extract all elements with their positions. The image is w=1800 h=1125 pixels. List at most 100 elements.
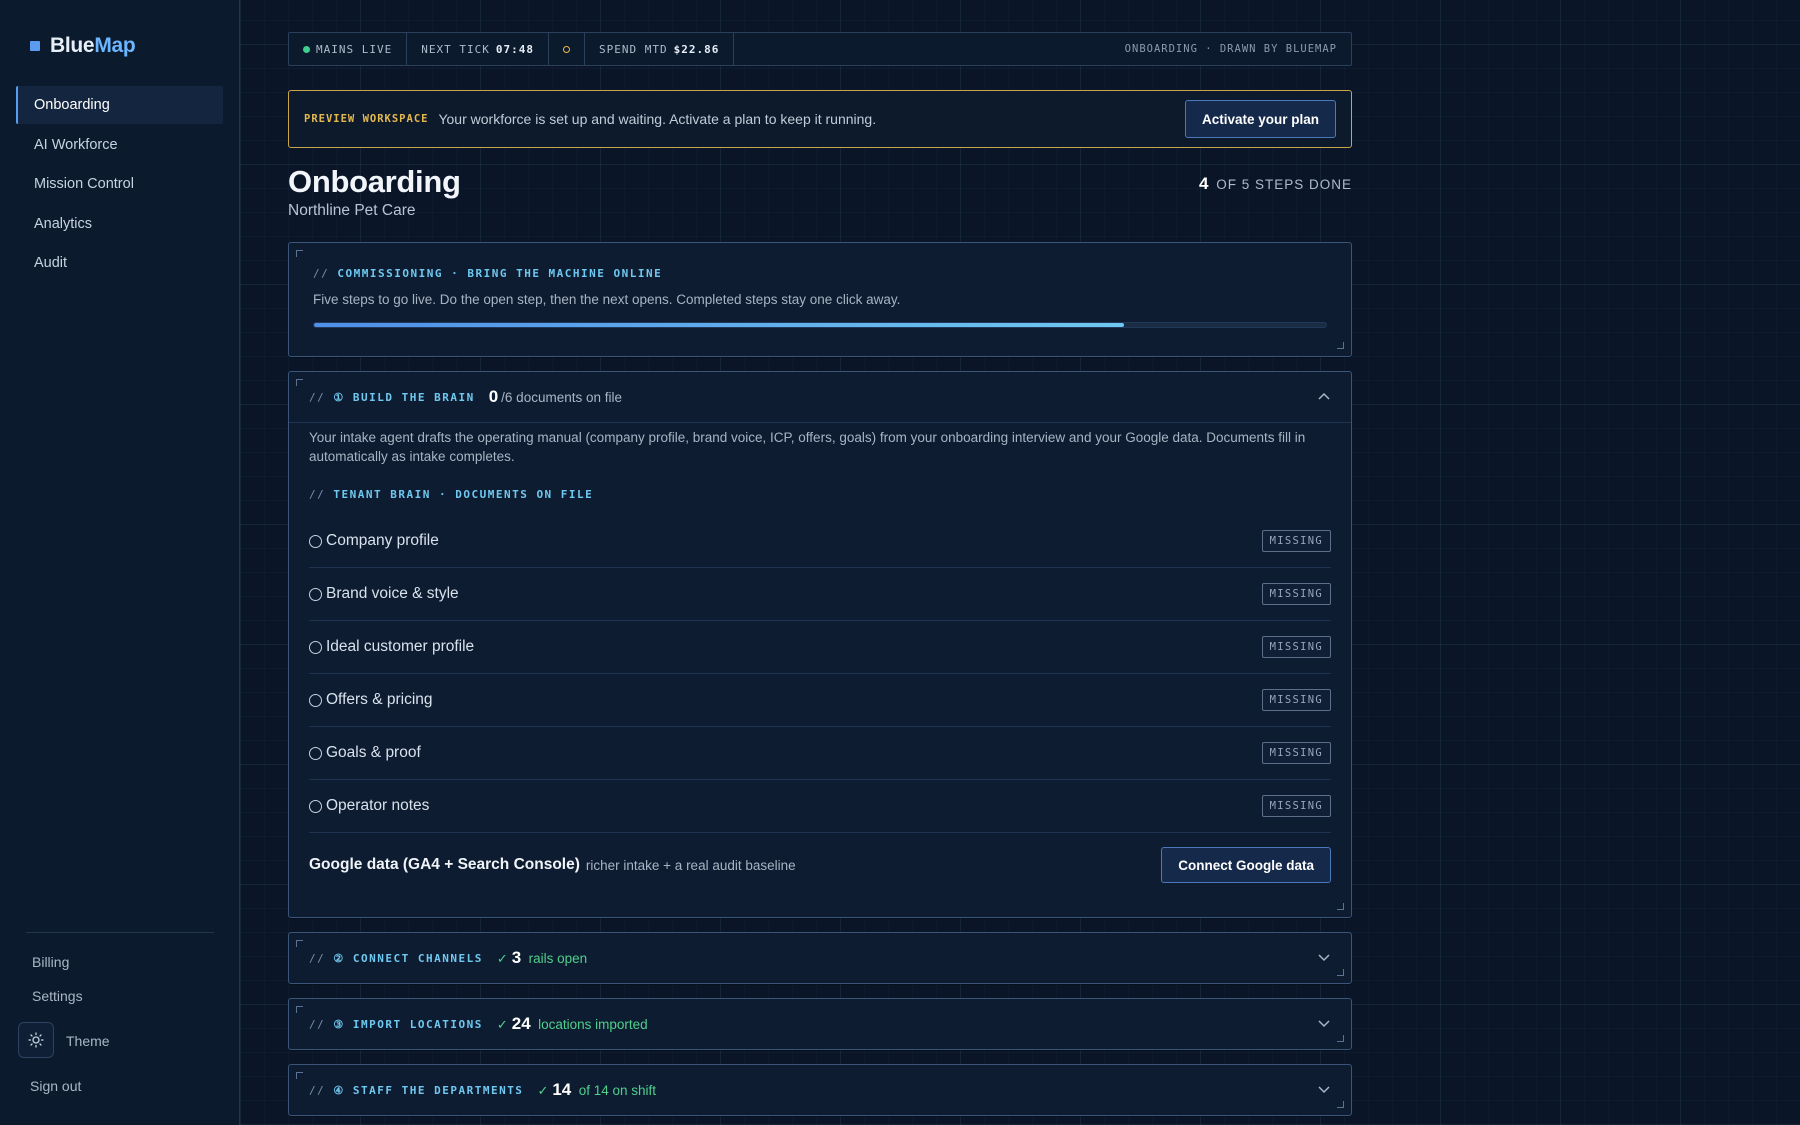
check-icon: ✓ xyxy=(496,1017,508,1032)
step-1-title: // ① BUILD THE BRAIN xyxy=(309,390,475,404)
sidebar-item-analytics[interactable]: Analytics xyxy=(16,205,223,243)
spend-label: SPEND MTD xyxy=(598,42,668,56)
chevron-down-icon[interactable] xyxy=(1317,1017,1331,1031)
billing-link[interactable]: Billing xyxy=(32,954,69,970)
step-1-count: 0/6 documents on file xyxy=(488,387,622,406)
next-tick-value: 07:48 xyxy=(495,42,534,56)
theme-label[interactable]: Theme xyxy=(66,1033,110,1049)
sidebar-item-ai-workforce[interactable]: AI Workforce xyxy=(16,126,223,164)
google-data-subtitle: richer intake + a real audit baseline xyxy=(585,857,796,873)
page-header: Onboarding Northline Pet Care 4 OF 5 STE… xyxy=(288,164,1352,242)
banner-text: Your workforce is set up and waiting. Ac… xyxy=(438,111,877,127)
step-build-the-brain: // ① BUILD THE BRAIN 0/6 documents on fi… xyxy=(288,371,1352,918)
empty-circle-icon xyxy=(309,693,322,707)
empty-circle-icon xyxy=(309,799,322,813)
step-1-description: Your intake agent drafts the operating m… xyxy=(309,430,1306,464)
step-4-header[interactable]: // ④ STAFF THE DEPARTMENTS ✓ 14 of 14 on … xyxy=(289,1065,1351,1115)
pending-ring-icon xyxy=(562,45,570,53)
chevron-up-icon[interactable] xyxy=(1317,390,1331,404)
brand-name: BlueMap xyxy=(50,34,136,57)
mains-status: MAINS LIVE xyxy=(289,33,408,65)
statusbar-location: ONBOARDING · DRAWN BY BLUEMAP xyxy=(1124,43,1337,55)
next-tick-label: NEXT TICK xyxy=(421,42,490,56)
commissioning-progress-bar xyxy=(313,322,1327,328)
brand-square-icon xyxy=(30,41,40,51)
empty-circle-icon xyxy=(309,534,322,548)
connect-google-button[interactable]: Connect Google data xyxy=(1161,847,1331,883)
status-badge: MISSING xyxy=(1261,636,1331,658)
steps-done-count: 4 xyxy=(1198,174,1209,193)
page-title: Onboarding xyxy=(288,164,461,199)
step-3-header[interactable]: // ③ IMPORT LOCATIONS ✓ 24 locations impo… xyxy=(289,999,1351,1049)
step-3-title: // ③ IMPORT LOCATIONS xyxy=(309,1017,483,1031)
doc-name: Offers & pricing xyxy=(326,691,433,708)
check-icon: ✓ xyxy=(496,951,508,966)
check-icon: ✓ xyxy=(537,1083,549,1098)
spend-mtd: SPEND MTD $22.86 xyxy=(585,33,735,65)
list-item[interactable]: Brand voice & style MISSING xyxy=(309,568,1331,621)
status-badge: MISSING xyxy=(1261,530,1331,552)
empty-circle-icon xyxy=(309,587,322,601)
step-4-title: // ④ STAFF THE DEPARTMENTS xyxy=(309,1083,524,1097)
doc-name: Operator notes xyxy=(326,797,430,814)
status-badge: MISSING xyxy=(1261,742,1331,764)
status-badge: MISSING xyxy=(1261,689,1331,711)
sidebar-footer: Billing Settings Theme Sign out xyxy=(0,930,240,1125)
steps-done-text: OF 5 STEPS DONE xyxy=(1216,177,1352,192)
status-badge: MISSING xyxy=(1261,795,1331,817)
google-data-row: Google data (GA4 + Search Console) riche… xyxy=(309,833,1331,897)
step-2-title: // ② CONNECT CHANNELS xyxy=(309,951,483,965)
settings-link[interactable]: Settings xyxy=(32,988,83,1004)
tick-indicator xyxy=(549,33,585,65)
chevron-down-icon[interactable] xyxy=(1317,951,1331,965)
brand-logo[interactable]: BlueMap xyxy=(30,34,136,58)
steps-progress-summary: 4 OF 5 STEPS DONE xyxy=(1199,174,1352,194)
list-item[interactable]: Goals & proof MISSING xyxy=(309,727,1331,780)
step-staff-the-departments: // ④ STAFF THE DEPARTMENTS ✓ 14 of 14 on … xyxy=(288,1064,1352,1116)
step-4-count: ✓ 14 of 14 on shift xyxy=(537,1080,657,1099)
empty-circle-icon xyxy=(309,746,322,760)
step-connect-channels: // ② CONNECT CHANNELS ✓ 3 rails open xyxy=(288,932,1352,984)
commissioning-description: Five steps to go live. Do the open step,… xyxy=(313,292,901,307)
commissioning-kicker: // COMMISSIONING · BRING THE MACHINE ONL… xyxy=(313,267,663,280)
status-badge: MISSING xyxy=(1261,583,1331,605)
step-3-count: ✓ 24 locations imported xyxy=(496,1014,648,1033)
status-bar: MAINS LIVE NEXT TICK 07:48 SPEND MTD $22… xyxy=(288,32,1352,66)
commissioning-panel: // COMMISSIONING · BRING THE MACHINE ONL… xyxy=(288,242,1352,357)
progress-fill xyxy=(314,323,1124,327)
doc-name: Company profile xyxy=(326,532,439,549)
sidebar-item-onboarding[interactable]: Onboarding xyxy=(16,86,223,124)
sun-icon xyxy=(28,1032,44,1048)
mains-status-label: MAINS LIVE xyxy=(316,42,393,56)
list-item[interactable]: Offers & pricing MISSING xyxy=(309,674,1331,727)
docs-kicker: // TENANT BRAIN · DOCUMENTS ON FILE xyxy=(309,488,594,501)
activate-plan-button[interactable]: Activate your plan xyxy=(1184,100,1336,138)
sign-out-link[interactable]: Sign out xyxy=(30,1078,81,1094)
theme-toggle-button[interactable] xyxy=(18,1022,54,1058)
chevron-down-icon[interactable] xyxy=(1317,1083,1331,1097)
sidebar-item-audit[interactable]: Audit xyxy=(16,244,223,282)
tenant-name: Northline Pet Care xyxy=(288,202,416,219)
preview-tag: PREVIEW WORKSPACE xyxy=(304,113,429,125)
sidebar: BlueMap Onboarding AI Workforce Mission … xyxy=(0,0,240,1125)
empty-circle-icon xyxy=(309,640,322,654)
spend-value: $22.86 xyxy=(673,42,720,56)
sidebar-divider xyxy=(26,932,214,933)
doc-name: Ideal customer profile xyxy=(326,638,475,655)
list-item[interactable]: Ideal customer profile MISSING xyxy=(309,621,1331,674)
step-1-body: Your intake agent drafts the operating m… xyxy=(289,422,1351,917)
step-1-header[interactable]: // ① BUILD THE BRAIN 0/6 documents on fi… xyxy=(289,372,1351,422)
main-content: MAINS LIVE NEXT TICK 07:48 SPEND MTD $22… xyxy=(288,32,1352,1125)
live-dot-icon xyxy=(303,45,310,53)
doc-name: Brand voice & style xyxy=(326,585,459,602)
next-tick: NEXT TICK 07:48 xyxy=(407,33,549,65)
step-import-locations: // ③ IMPORT LOCATIONS ✓ 24 locations impo… xyxy=(288,998,1352,1050)
google-data-title: Google data (GA4 + Search Console) xyxy=(309,856,580,873)
step-2-header[interactable]: // ② CONNECT CHANNELS ✓ 3 rails open xyxy=(289,933,1351,983)
step-2-count: ✓ 3 rails open xyxy=(496,948,588,967)
list-item[interactable]: Company profile MISSING xyxy=(309,515,1331,568)
sidebar-item-mission-control[interactable]: Mission Control xyxy=(16,165,223,203)
list-item[interactable]: Operator notes MISSING xyxy=(309,780,1331,833)
preview-banner: PREVIEW WORKSPACE Your workforce is set … xyxy=(288,90,1352,148)
sidebar-nav: Onboarding AI Workforce Mission Control … xyxy=(16,86,223,284)
